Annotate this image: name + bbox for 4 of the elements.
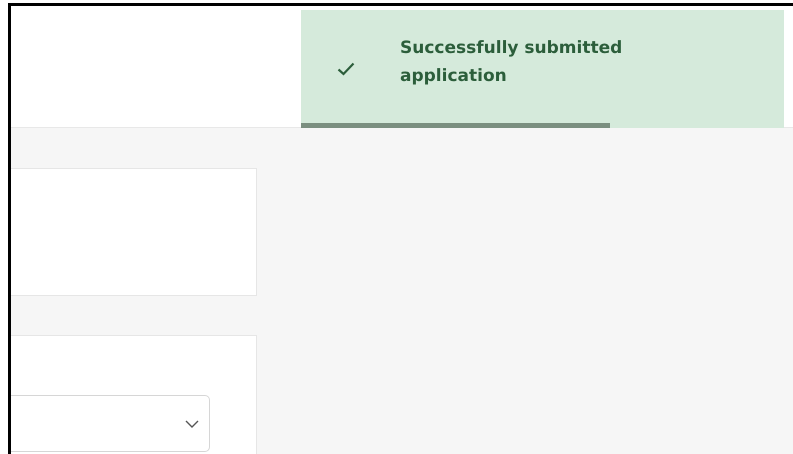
checkmark-icon [337,62,355,76]
chevron-down-icon [185,420,199,428]
toast-message: Successfully submitted application [400,37,624,88]
dropdown-field[interactable] [11,395,210,452]
